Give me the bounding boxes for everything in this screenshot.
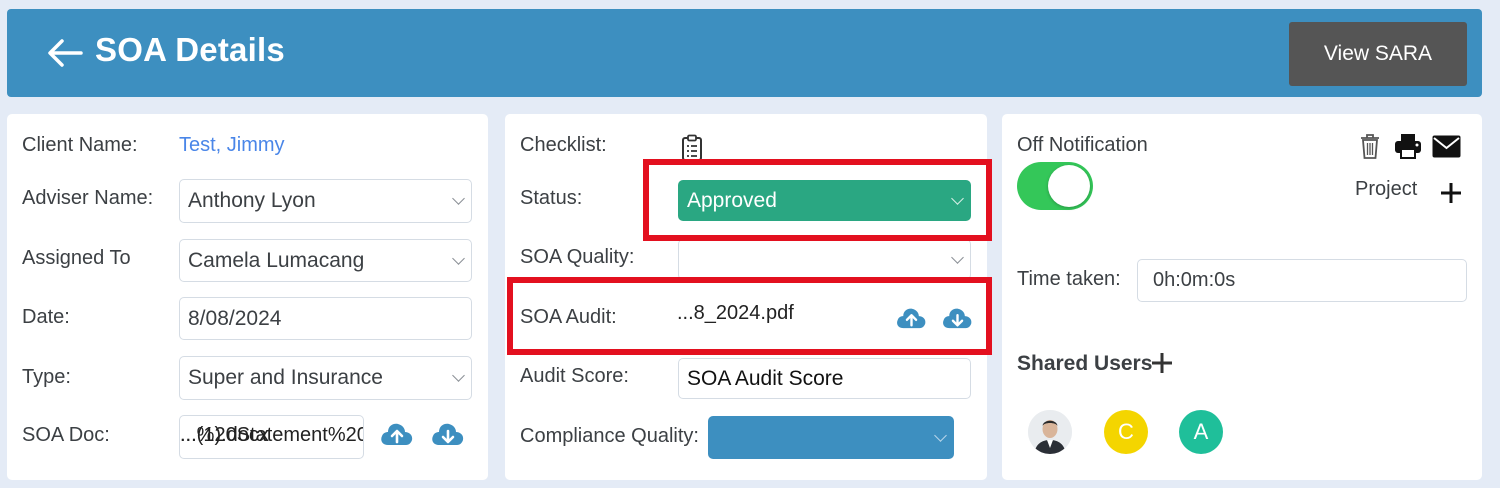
page-title: SOA Details xyxy=(95,31,285,68)
assigned-to-select[interactable]: Camela Lumacang xyxy=(179,239,472,282)
notification-card: Off Notification Project Time taken: 0h:… xyxy=(1002,114,1482,480)
date-label: Date: xyxy=(22,306,70,328)
avatar[interactable]: C xyxy=(1104,410,1148,454)
date-value: 8/08/2024 xyxy=(188,306,282,330)
back-arrow-icon[interactable] xyxy=(45,37,85,69)
status-highlight-box xyxy=(643,159,992,241)
add-project-plus-icon[interactable] xyxy=(1439,181,1463,205)
print-icon[interactable] xyxy=(1393,132,1423,160)
mail-icon[interactable] xyxy=(1432,135,1461,158)
add-shared-user-plus-icon[interactable] xyxy=(1150,351,1174,375)
soa-doc-filename-b: ...(1).docx xyxy=(180,424,269,446)
user-photo-icon xyxy=(1028,410,1072,454)
soa-audit-highlight-box xyxy=(507,277,992,355)
chevron-down-icon xyxy=(951,250,964,264)
clipboard-icon[interactable] xyxy=(680,134,704,162)
date-input[interactable]: 8/08/2024 xyxy=(179,297,472,340)
off-notification-label: Off Notification xyxy=(1017,134,1148,156)
type-select[interactable]: Super and Insurance xyxy=(179,356,472,400)
chevron-down-icon xyxy=(452,192,465,205)
client-name-label: Client Name: xyxy=(22,134,138,156)
time-taken-value: 0h:0m:0s xyxy=(1153,269,1236,291)
trash-icon[interactable] xyxy=(1359,132,1381,160)
shared-users-title: Shared Users xyxy=(1017,352,1153,375)
audit-score-input[interactable]: SOA Audit Score xyxy=(678,358,971,399)
assigned-to-value: Camela Lumacang xyxy=(188,248,365,272)
chevron-down-icon xyxy=(934,428,947,442)
soa-doc-file-link[interactable]: ...%20Statement%20 ...(1).docx xyxy=(179,415,364,459)
notification-toggle[interactable] xyxy=(1017,162,1093,210)
soa-quality-label: SOA Quality: xyxy=(520,246,635,268)
download-cloud-icon[interactable] xyxy=(430,419,466,449)
adviser-name-value: Anthony Lyon xyxy=(188,189,316,212)
avatar[interactable]: A xyxy=(1179,410,1223,454)
chevron-down-icon xyxy=(452,369,465,382)
page-header: SOA Details View SARA xyxy=(7,9,1482,97)
chevron-down-icon xyxy=(452,251,465,265)
soa-quality-select[interactable] xyxy=(678,239,971,280)
avatar-initial: A xyxy=(1193,419,1209,444)
toggle-knob xyxy=(1048,165,1090,207)
adviser-name-select[interactable]: Anthony Lyon xyxy=(179,179,472,223)
type-label: Type: xyxy=(22,366,71,388)
compliance-quality-label: Compliance Quality: xyxy=(520,425,699,447)
audit-score-label: Audit Score: xyxy=(520,365,629,387)
avatar-initial: C xyxy=(1118,419,1134,444)
compliance-quality-select[interactable] xyxy=(708,416,954,459)
time-taken-label: Time taken: xyxy=(1017,268,1121,290)
client-details-card: Client Name: Test, Jimmy Adviser Name: A… xyxy=(7,114,488,480)
time-taken-input[interactable]: 0h:0m:0s xyxy=(1137,259,1467,302)
checklist-label: Checklist: xyxy=(520,134,607,156)
type-value: Super and Insurance xyxy=(188,366,383,389)
client-name-link[interactable]: Test, Jimmy xyxy=(179,134,285,157)
soa-doc-label: SOA Doc: xyxy=(22,424,110,446)
avatar[interactable] xyxy=(1028,410,1072,454)
upload-cloud-icon[interactable] xyxy=(379,419,415,449)
view-sara-button[interactable]: View SARA xyxy=(1289,22,1467,86)
audit-score-value: SOA Audit Score xyxy=(687,366,844,390)
project-label: Project xyxy=(1355,178,1418,200)
adviser-name-label: Adviser Name: xyxy=(22,187,154,209)
assigned-to-label: Assigned To xyxy=(22,247,131,269)
status-label: Status: xyxy=(520,187,583,209)
